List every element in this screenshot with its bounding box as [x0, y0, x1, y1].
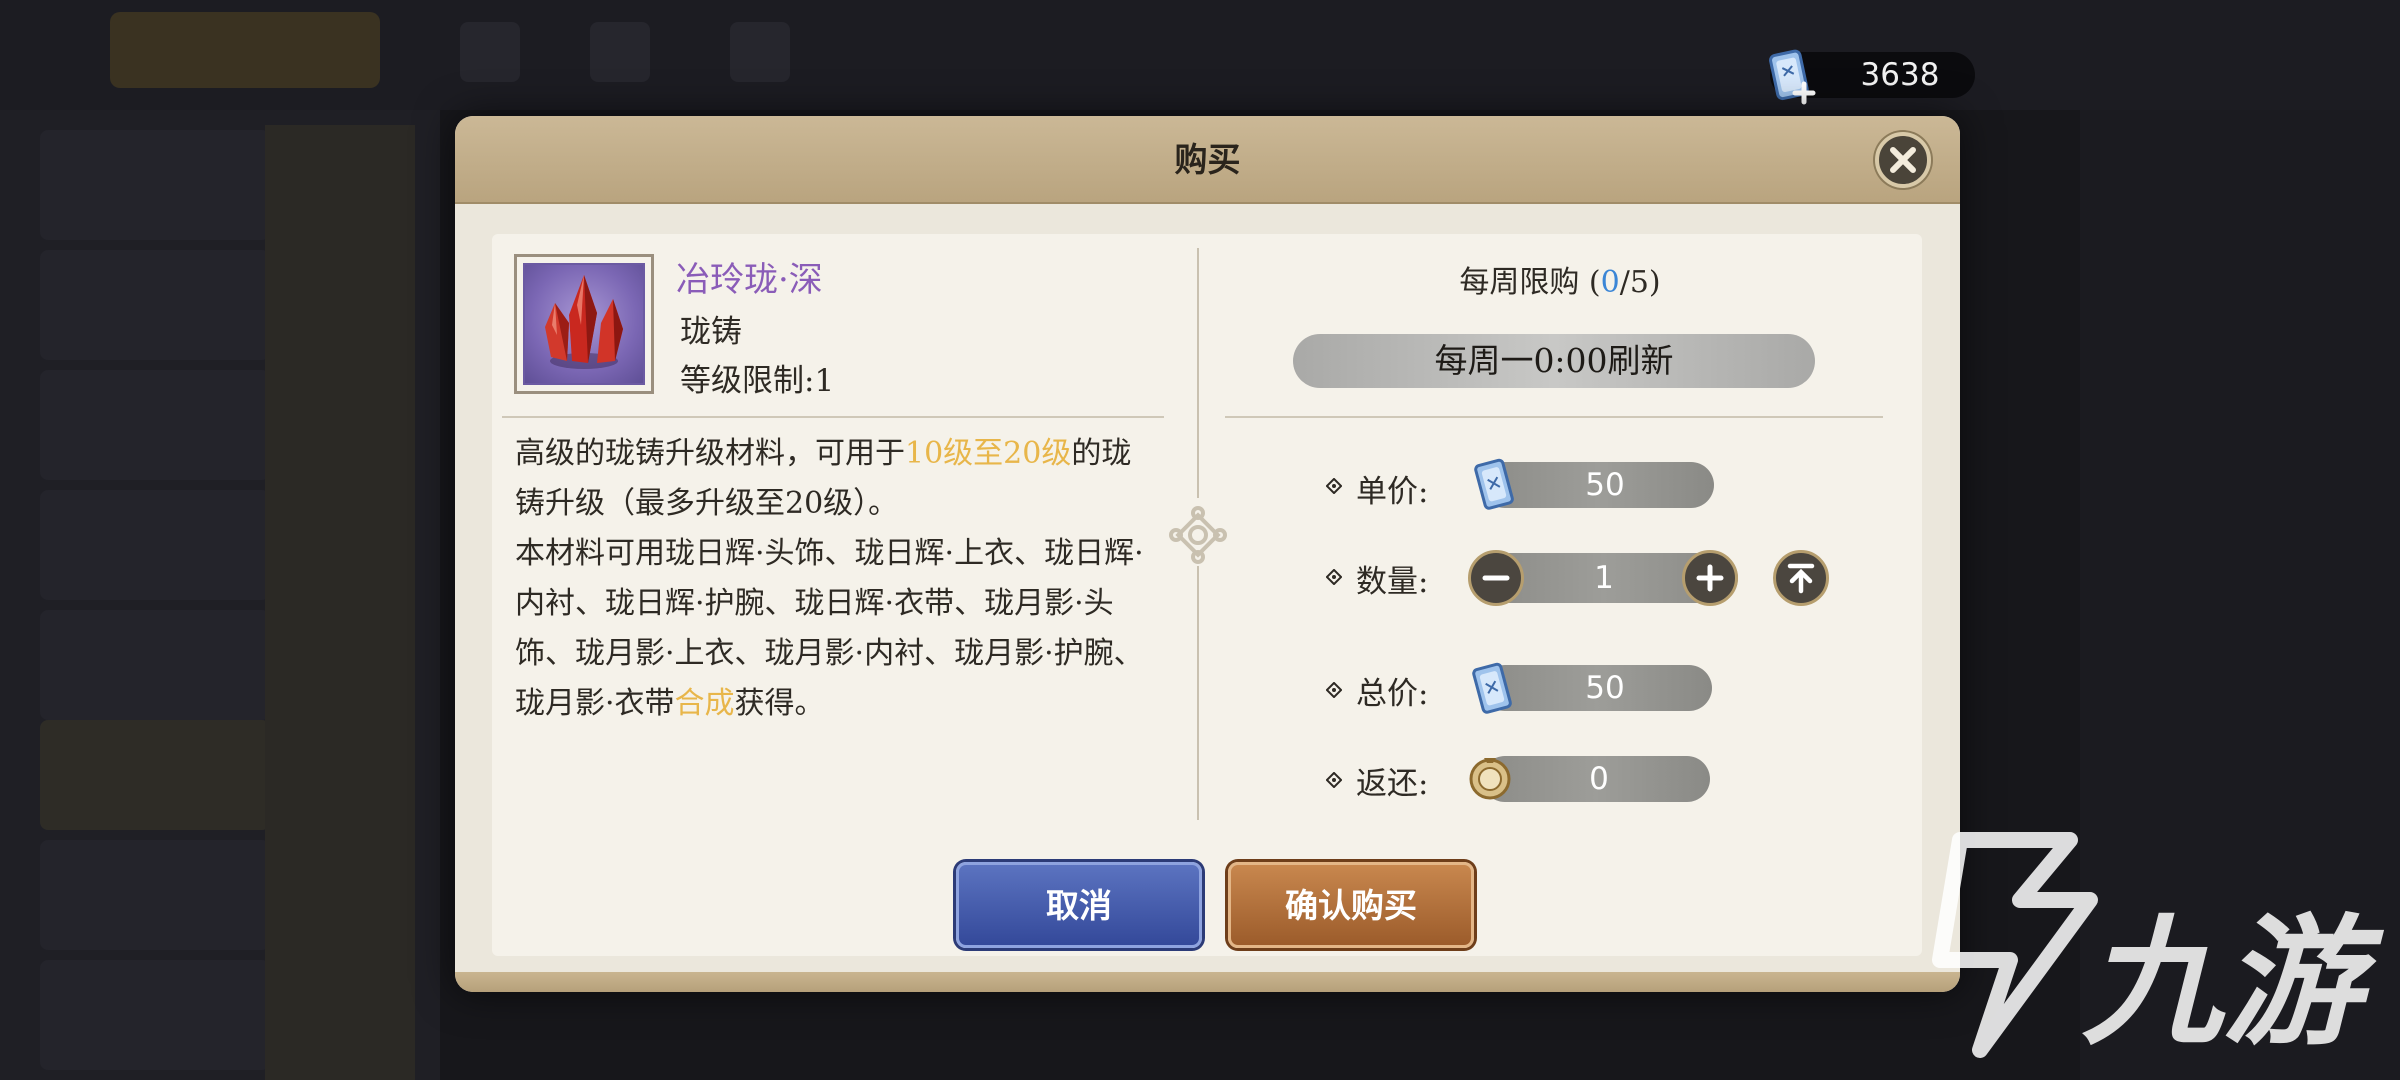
item-description: 高级的珑铸升级材料，可用于10级至20级的珑铸升级（最多升级至20级）。 本材料可… — [515, 429, 1155, 729]
divider — [502, 416, 1164, 418]
divider — [1225, 416, 1883, 418]
diamond-bullet-icon — [1326, 569, 1342, 585]
description-highlight: 10级至20级 — [905, 436, 1072, 471]
weekly-limit-separator: / — [1619, 265, 1630, 300]
refund-label: 返还: — [1356, 766, 1429, 802]
watermark-text: 九游 — [2082, 902, 2363, 1065]
refund-value: 0 — [1589, 761, 1609, 797]
unit-price-label: 单价: — [1356, 474, 1429, 510]
red-crystal-icon — [545, 275, 623, 369]
dialog-footer-band — [455, 972, 1960, 992]
total-price-label: 总价: — [1356, 676, 1429, 712]
close-icon — [1890, 147, 1916, 173]
item-level-limit: 等级限制:1 — [680, 363, 835, 399]
total-price-value: 50 — [1585, 670, 1625, 706]
cancel-button[interactable]: 取消 — [956, 862, 1202, 948]
weekly-limit-max: 5 — [1629, 265, 1649, 300]
watermark-logo — [1932, 832, 2098, 1058]
background-sidebar-item — [40, 250, 270, 360]
item-type: 珑铸 — [680, 314, 742, 350]
diamond-bullet-icon — [1326, 682, 1342, 698]
background-top-icon — [730, 22, 790, 82]
ticket-icon — [1474, 458, 1514, 510]
background-sidebar-item — [40, 490, 270, 600]
center-divider — [1197, 248, 1199, 498]
coin-icon — [1469, 758, 1511, 800]
background-sidebar-item — [40, 720, 270, 830]
plus-icon — [1696, 564, 1724, 592]
background-sidebar-item — [40, 370, 270, 480]
confirm-purchase-button[interactable]: 确认购买 — [1228, 862, 1474, 948]
quantity-value[interactable]: 1 — [1540, 553, 1668, 603]
center-divider — [1197, 566, 1199, 820]
description-highlight: 合成 — [674, 686, 735, 721]
decrease-button[interactable] — [1468, 550, 1524, 606]
item-name: 冶玲珑·深 — [676, 260, 823, 300]
ticket-plus-icon[interactable] — [1762, 44, 1824, 106]
minus-icon — [1482, 575, 1510, 581]
background-panel-strip — [265, 125, 415, 1080]
description-segment: 本材料可用珑日辉·头饰、珑日辉·上衣、珑日辉·内衬、珑日辉·护腕、珑日辉·衣带、… — [515, 536, 1144, 721]
weekly-limit-current: 0 — [1600, 265, 1620, 300]
max-quantity-button[interactable] — [1773, 550, 1829, 606]
increase-button[interactable] — [1682, 550, 1738, 606]
background-sidebar-item — [40, 960, 270, 1070]
background-top-icon — [590, 22, 650, 82]
unit-price-value: 50 — [1585, 467, 1625, 503]
diamond-bullet-icon — [1326, 772, 1342, 788]
ornament-icon — [1168, 505, 1228, 565]
currency-value: 3638 — [1860, 57, 1940, 93]
background-sidebar-item — [40, 130, 270, 240]
max-icon — [1787, 563, 1815, 594]
background-top-pill — [110, 12, 380, 88]
close-button[interactable] — [1875, 132, 1931, 188]
weekly-limit: 每周限购 (0/5) — [1440, 257, 1680, 301]
background-top-icon — [460, 22, 520, 82]
refresh-text: 每周一0:00刷新 — [1434, 341, 1674, 380]
dialog-title: 购买 — [1174, 140, 1241, 179]
quantity-label: 数量: — [1356, 564, 1429, 600]
ticket-icon — [1472, 662, 1512, 714]
background-sidebar-item — [40, 840, 270, 950]
diamond-bullet-icon — [1326, 478, 1342, 494]
weekly-limit-prefix: 每周限购 ( — [1459, 265, 1601, 300]
item-icon-frame[interactable] — [514, 254, 654, 394]
description-segment: 高级的珑铸升级材料，可用于 — [515, 436, 905, 471]
weekly-limit-suffix: ) — [1648, 265, 1661, 300]
description-segment: 获得。 — [734, 686, 825, 721]
background-sidebar-item — [40, 610, 270, 720]
